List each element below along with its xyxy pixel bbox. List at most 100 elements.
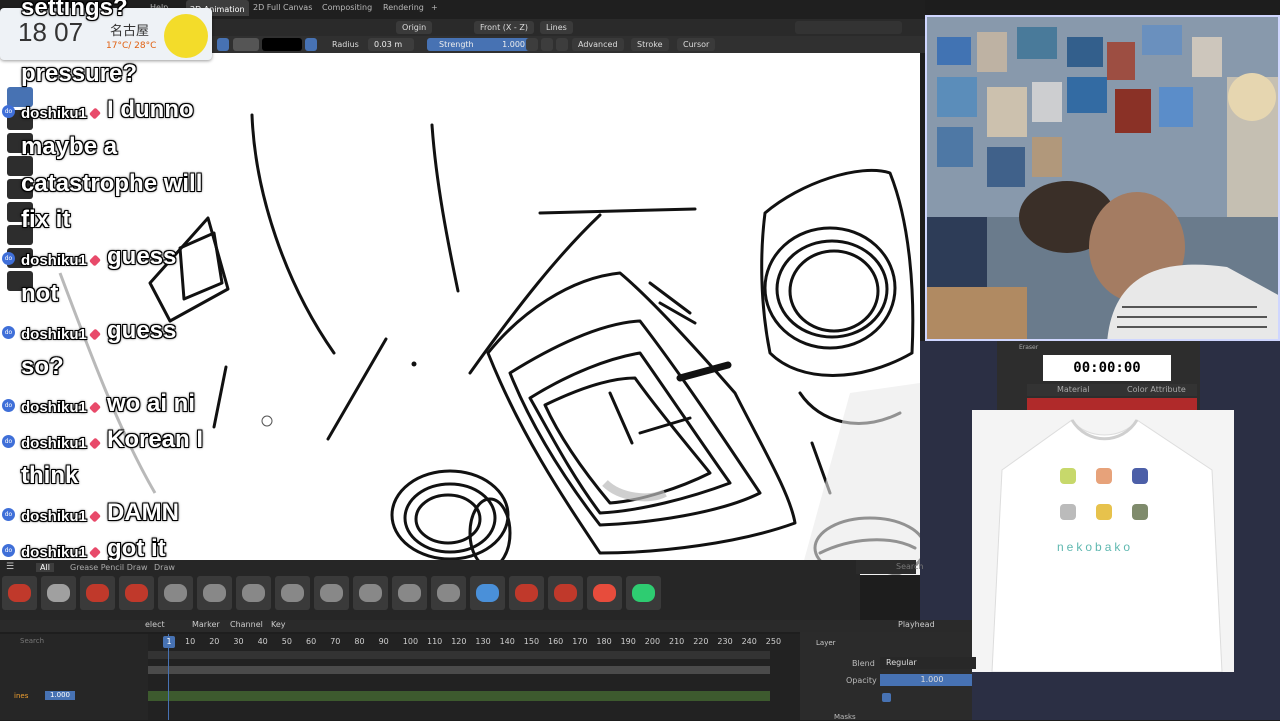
menu-key[interactable]: Key	[271, 620, 286, 629]
lines-channel-value[interactable]: 1.000	[45, 691, 75, 700]
brush-thumbnail[interactable]	[431, 576, 466, 610]
brush-preview-icon	[86, 584, 109, 602]
chat-message: think	[21, 462, 79, 489]
tab-color-attribute[interactable]: Color Attribute	[1127, 384, 1186, 396]
settings-icon[interactable]	[556, 38, 568, 51]
brush-thumbnail[interactable]	[548, 576, 583, 610]
tab-rendering[interactable]: Rendering	[383, 3, 424, 12]
frame-number: 240	[741, 637, 757, 646]
brush-thumbnail[interactable]	[353, 576, 388, 610]
brush-tab-grease[interactable]: Grease Pencil Draw	[70, 563, 148, 572]
strength-slider[interactable]: Strength 1.000	[427, 38, 531, 51]
channel-search[interactable]: Search	[20, 637, 44, 645]
brush-preview-icon	[203, 584, 226, 602]
chat-badge-icon	[88, 107, 102, 120]
checkbox-lights[interactable]	[882, 693, 891, 702]
chat-badge-icon	[88, 546, 102, 559]
frame-number: 110	[427, 637, 443, 646]
frame-number: 250	[765, 637, 782, 646]
tshirt-brand-text: nekobako	[1057, 540, 1134, 554]
pressure-icon[interactable]	[526, 38, 538, 51]
timeline-editor: elect Marker Channel Key Playhead Search…	[0, 620, 972, 720]
brush-thumbnail[interactable]	[314, 576, 349, 610]
layer-section-label[interactable]: Layer	[816, 639, 836, 647]
chat-message: I dunno	[107, 96, 194, 123]
brush-preview-icon	[359, 584, 382, 602]
brush-thumbnail[interactable]	[80, 576, 115, 610]
pin-icon[interactable]	[305, 38, 317, 51]
brush-thumbnail[interactable]	[158, 576, 193, 610]
frame-number: 180	[596, 637, 612, 646]
chat-message: got it	[107, 535, 166, 562]
tab-2d-full-canvas[interactable]: 2D Full Canvas	[253, 3, 312, 12]
brush-preview-icon	[281, 584, 304, 602]
lines-channel-label[interactable]: ines	[14, 692, 28, 700]
brush-tab-all[interactable]: All	[36, 563, 54, 572]
lines-dropdown[interactable]: Lines	[540, 21, 573, 34]
chat-message: Korean I	[107, 426, 204, 453]
brush-preview-icon	[125, 584, 148, 602]
tshirt-product-image: nekobako	[972, 410, 1234, 673]
frame-number: 80	[354, 637, 365, 646]
tab-material[interactable]: Material	[1057, 384, 1090, 396]
brush-preview-icon	[554, 584, 577, 602]
layer-properties: Layer Blend Regular Opacity 1.000 Masks	[800, 632, 984, 721]
brush-thumbnail[interactable]	[197, 576, 232, 610]
brush-preview-icon	[320, 584, 343, 602]
chat-message: catastrophe will	[21, 170, 203, 197]
brush-thumbnail[interactable]	[470, 576, 505, 610]
color-swatch[interactable]	[262, 38, 302, 51]
menu-select[interactable]: elect	[145, 620, 165, 629]
viewport-overlay-buttons[interactable]	[795, 21, 902, 34]
opacity-slider[interactable]: 1.000	[880, 674, 984, 686]
brush-preview-icon	[47, 584, 70, 602]
current-frame[interactable]: 1	[163, 636, 175, 648]
frame-number: 10	[185, 637, 196, 646]
tab-compositing[interactable]: Compositing	[322, 3, 372, 12]
chat-avatar: do	[2, 435, 15, 448]
chat-avatar: do	[2, 508, 15, 521]
radius-label: Radius	[332, 40, 359, 49]
radius-field[interactable]: 0.03 m	[368, 38, 414, 51]
brush-preview-icon	[476, 584, 499, 602]
brush-thumbnail[interactable]	[626, 576, 661, 610]
brush-thumbnail[interactable]	[2, 576, 37, 610]
eraser-toggle-icon[interactable]	[541, 38, 553, 51]
cursor-dropdown[interactable]: Cursor	[677, 38, 716, 51]
brush-thumbnail[interactable]	[392, 576, 427, 610]
brush-preview-icon	[593, 584, 616, 602]
advanced-dropdown[interactable]: Advanced	[572, 38, 624, 51]
stroke-dropdown[interactable]: Stroke	[631, 38, 669, 51]
chat-badge-icon	[88, 254, 102, 267]
chat-badge-icon	[88, 510, 102, 523]
brush-thumbnail[interactable]	[119, 576, 154, 610]
playhead-dropdown[interactable]: Playhead	[898, 620, 935, 629]
view-dropdown[interactable]: Front (X - Z)	[474, 21, 534, 34]
frame-number: 20	[209, 637, 220, 646]
brush-thumbnail[interactable]	[587, 576, 622, 610]
origin-dropdown[interactable]: Origin	[396, 21, 433, 34]
tab-add[interactable]: +	[431, 3, 438, 12]
brush-thumbnail[interactable]	[236, 576, 271, 610]
material-tabs[interactable]: Material Color Attribute	[1027, 384, 1197, 396]
brush-search[interactable]: Search	[856, 560, 923, 574]
brush-preview-icon	[164, 584, 187, 602]
brush-thumbnail[interactable]	[41, 576, 76, 610]
brush-thumbnail[interactable]	[509, 576, 544, 610]
color-bar[interactable]	[1027, 398, 1197, 410]
brush-preview-icon	[398, 584, 421, 602]
brush-preview-icon	[242, 584, 265, 602]
chat-message: wo ai ni	[107, 390, 196, 417]
frame-number: 90	[378, 637, 389, 646]
frame-number: 210	[669, 637, 685, 646]
menu-icon[interactable]: ☰	[6, 562, 14, 572]
chat-username: doshiku1	[21, 544, 87, 561]
chat-avatar: do	[2, 544, 15, 557]
blend-dropdown[interactable]: Regular	[880, 657, 976, 669]
brush-tab-draw[interactable]: Draw	[154, 563, 175, 572]
dopesheet-area[interactable]	[148, 634, 800, 720]
menu-marker[interactable]: Marker	[192, 620, 220, 629]
chat-username: doshiku1	[21, 435, 87, 452]
menu-channel[interactable]: Channel	[230, 620, 263, 629]
brush-thumbnail[interactable]	[275, 576, 310, 610]
